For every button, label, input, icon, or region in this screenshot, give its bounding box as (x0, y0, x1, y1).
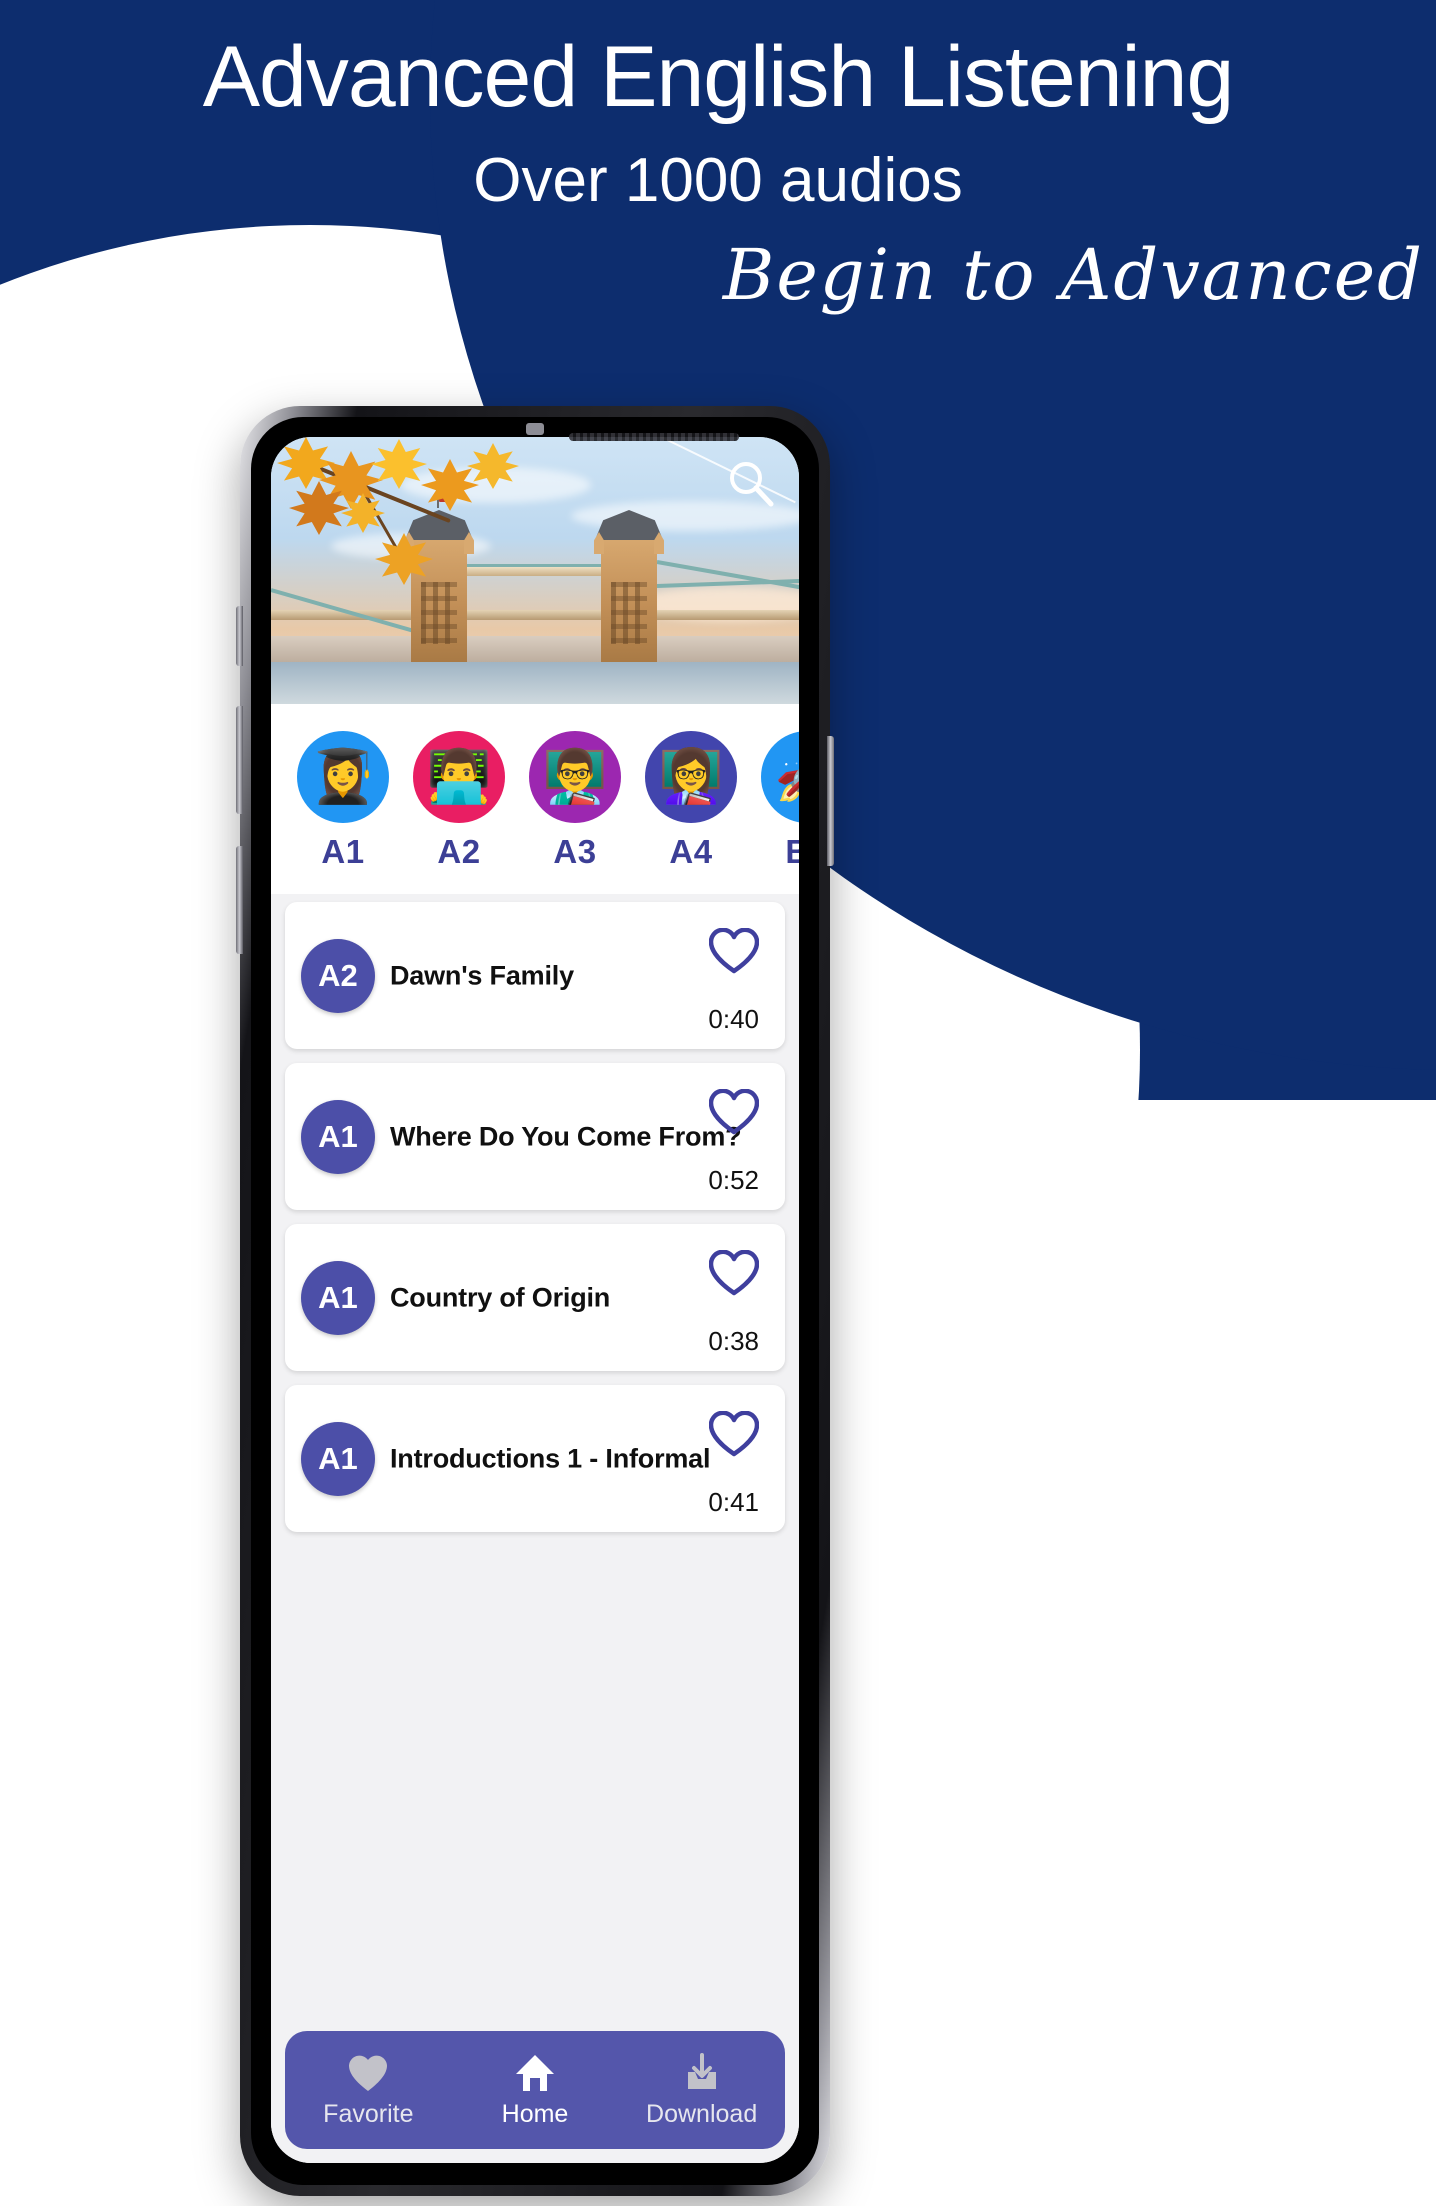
audio-duration: 0:52 (708, 1165, 759, 1195)
level-badge: A2 (301, 938, 375, 1013)
level-emoji: 👩‍🏫 (658, 748, 724, 806)
bottom-navigation-bar: Favorite Home Download (285, 2031, 785, 2149)
level-item-b1[interactable]: 🚀 B1 (749, 731, 799, 871)
phone-button-right[interactable] (827, 736, 834, 866)
audio-title: Dawn's Family (390, 960, 574, 990)
home-icon (514, 2052, 556, 2094)
nav-item-home[interactable]: Home (460, 2052, 610, 2129)
download-icon (681, 2052, 723, 2094)
level-label: A2 (437, 833, 481, 870)
audio-title: Country of Origin (390, 1282, 611, 1312)
level-selector-row[interactable]: 👩‍🎓 A1 👨‍💻 A2 👨‍🏫 A3 (271, 704, 799, 894)
level-label: A3 (553, 833, 597, 870)
phone-speaker-grille (569, 433, 740, 441)
audio-duration: 0:38 (708, 1326, 759, 1356)
search-icon[interactable] (725, 457, 777, 509)
level-item-a2[interactable]: 👨‍💻 A2 (401, 731, 517, 871)
level-badge: A1 (301, 1260, 375, 1335)
level-avatar: 👨‍💻 (413, 731, 505, 823)
level-label: B1 (785, 833, 799, 870)
level-emoji: 👩‍🎓 (310, 748, 376, 806)
heart-outline-icon[interactable] (708, 1410, 760, 1457)
nav-label: Favorite (323, 2099, 414, 2128)
audio-duration: 0:41 (708, 1487, 759, 1517)
level-item-a1[interactable]: 👩‍🎓 A1 (285, 731, 401, 871)
tower-bridge-illustration (271, 492, 799, 704)
tower-windows (421, 582, 457, 644)
river-thames (271, 662, 799, 704)
level-label: A4 (669, 833, 713, 870)
audio-list: A2 Dawn's Family 0:40 A1 Where Do You Co… (271, 894, 799, 2163)
audio-duration: 0:40 (708, 1004, 759, 1034)
list-item[interactable]: A1 Where Do You Come From? 0:52 (285, 1063, 785, 1210)
tower-windows (611, 582, 647, 644)
level-avatar: 👩‍🎓 (297, 731, 389, 823)
bridge-cable (656, 577, 799, 588)
level-avatar: 🚀 (761, 731, 799, 823)
level-avatar: 👨‍🏫 (529, 731, 621, 823)
nav-item-download[interactable]: Download (627, 2052, 777, 2129)
phone-button-left-2[interactable] (236, 706, 243, 814)
bridge-tower (594, 510, 664, 662)
riverbank (271, 636, 799, 662)
level-emoji: 👨‍💻 (426, 748, 492, 806)
phone-button-left-1[interactable] (236, 606, 243, 666)
phone-mockup: 👩‍🎓 A1 👨‍💻 A2 👨‍🏫 A3 (236, 406, 834, 2196)
list-item[interactable]: A2 Dawn's Family 0:40 (285, 902, 785, 1049)
promo-script-line: Begin to Advanced (722, 234, 1424, 316)
list-item[interactable]: A1 Country of Origin 0:38 (285, 1224, 785, 1371)
level-item-a3[interactable]: 👨‍🏫 A3 (517, 731, 633, 871)
heart-filled-icon (347, 2052, 389, 2094)
level-badge: A1 (301, 1421, 375, 1496)
bridge-cable (656, 560, 799, 597)
level-item-a4[interactable]: 👩‍🏫 A4 (633, 731, 749, 871)
bridge-tower (404, 492, 474, 662)
nav-label: Home (501, 2099, 569, 2128)
audio-title: Introductions 1 - Informal (390, 1443, 711, 1473)
phone-bezel: 👩‍🎓 A1 👨‍💻 A2 👨‍🏫 A3 (251, 417, 819, 2185)
phone-button-left-3[interactable] (236, 846, 243, 954)
promo-title: Advanced English Listening (202, 29, 1235, 125)
app-screen: 👩‍🎓 A1 👨‍💻 A2 👨‍🏫 A3 (271, 437, 799, 2163)
heart-outline-icon[interactable] (708, 1249, 760, 1296)
nav-item-favorite[interactable]: Favorite (293, 2052, 443, 2129)
level-label: A1 (321, 833, 365, 870)
audio-title: Where Do You Come From? (390, 1121, 742, 1151)
list-item[interactable]: A1 Introductions 1 - Informal 0:41 (285, 1385, 785, 1532)
promo-text-block: Advanced English Listening Over 1000 aud… (0, 0, 1436, 316)
promo-subtitle: Over 1000 audios (473, 146, 963, 215)
hero-banner (271, 437, 799, 704)
nav-label: Download (646, 2099, 758, 2128)
level-avatar: 👩‍🏫 (645, 731, 737, 823)
level-emoji: 👨‍🏫 (542, 748, 608, 806)
level-badge: A1 (301, 1099, 375, 1174)
phone-earpiece (526, 423, 544, 435)
level-emoji: 🚀 (775, 751, 799, 803)
heart-outline-icon[interactable] (708, 1088, 760, 1135)
heart-outline-icon[interactable] (708, 927, 760, 974)
